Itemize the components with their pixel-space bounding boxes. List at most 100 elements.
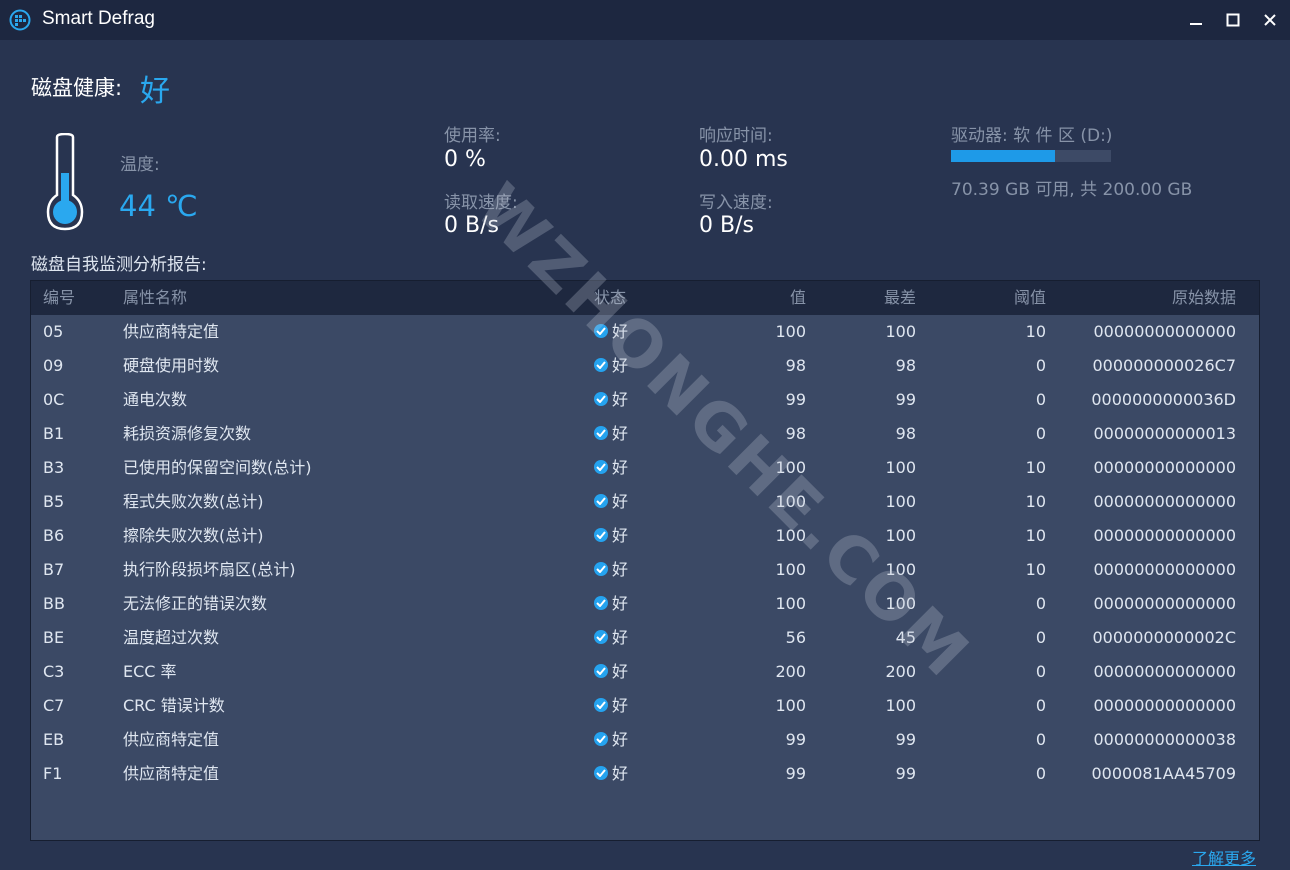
cell-worst: 100 bbox=[885, 492, 916, 511]
check-circle-icon bbox=[594, 596, 608, 610]
column-header-worst[interactable]: 最差 bbox=[884, 288, 916, 308]
cell-worst: 99 bbox=[895, 390, 916, 409]
drive-capacity-caption: 70.39 GB 可用, 共 200.00 GB bbox=[951, 180, 1193, 200]
maximize-button[interactable] bbox=[1215, 0, 1251, 40]
table-row[interactable]: EB 供应商特定值 好 99 99 0 00000000000038 bbox=[31, 723, 1259, 757]
cell-value: 100 bbox=[775, 458, 806, 477]
table-row[interactable]: B6 擦除失败次数(总计) 好 100 100 10 00000000000000 bbox=[31, 519, 1259, 553]
cell-value: 98 bbox=[785, 424, 806, 443]
cell-worst: 98 bbox=[895, 424, 916, 443]
check-circle-icon bbox=[594, 732, 608, 746]
write-speed-label: 写入速度: bbox=[699, 193, 773, 213]
smart-table[interactable]: 编号 属性名称 状态 值 最差 阈值 原始数据 05 供应商特定值好 100 100 1… bbox=[30, 280, 1260, 841]
cell-worst: 100 bbox=[885, 526, 916, 545]
cell-name: 程式失败次数(总计) bbox=[123, 492, 264, 511]
table-row[interactable]: B3 已使用的保留空间数(总计) 好 100 100 10 00000000000000 bbox=[31, 451, 1259, 485]
cell-threshold: 10 bbox=[1025, 560, 1046, 579]
cell-raw: 00000000000000 bbox=[1093, 322, 1236, 341]
cell-code: 05 bbox=[43, 322, 64, 341]
cell-raw: 00000000000000 bbox=[1093, 458, 1236, 477]
table-row[interactable]: C7 CRC 错误计数好 100 100 0 00000000000000 bbox=[31, 689, 1259, 723]
cell-raw: 00000000000000 bbox=[1093, 696, 1236, 715]
cell-raw: 00000000000038 bbox=[1093, 730, 1236, 749]
close-icon bbox=[1264, 14, 1276, 26]
cell-status: 好 bbox=[594, 662, 628, 682]
check-circle-icon bbox=[594, 392, 608, 406]
cell-raw: 00000000000000 bbox=[1093, 492, 1236, 511]
write-speed-value: 0 B/s bbox=[699, 213, 754, 238]
cell-name: 擦除失败次数(总计) bbox=[123, 526, 264, 545]
table-row[interactable]: 09 硬盘使用时数 好 98 98 0 000000000026C7 bbox=[31, 349, 1259, 383]
status-text: 好 bbox=[612, 594, 629, 613]
cell-threshold: 0 bbox=[1035, 696, 1046, 715]
column-header-status[interactable]: 状态 bbox=[594, 288, 626, 308]
column-header-value[interactable]: 值 bbox=[790, 288, 806, 308]
status-text: 好 bbox=[612, 492, 629, 511]
minimize-button[interactable] bbox=[1178, 0, 1214, 40]
column-header-raw[interactable]: 原始数据 bbox=[1172, 288, 1236, 308]
cell-status: 好 bbox=[594, 526, 628, 546]
cell-code: B1 bbox=[43, 424, 65, 443]
cell-threshold: 0 bbox=[1035, 730, 1046, 749]
status-text: 好 bbox=[612, 662, 629, 681]
table-row[interactable]: B5 程式失败次数(总计) 好 100 100 10 00000000000000 bbox=[31, 485, 1259, 519]
table-row[interactable]: B7 执行阶段损坏扇区(总计) 好 100 100 10 00000000000000 bbox=[31, 553, 1259, 587]
disk-health-value: 好 bbox=[140, 74, 170, 109]
cell-code: 0C bbox=[43, 390, 65, 409]
column-header-name[interactable]: 属性名称 bbox=[123, 288, 187, 308]
cell-value: 98 bbox=[785, 356, 806, 375]
cell-code: EB bbox=[43, 730, 65, 749]
check-circle-icon bbox=[594, 460, 608, 474]
cell-value: 100 bbox=[775, 322, 806, 341]
cell-name: 耗损资源修复次数 bbox=[123, 424, 252, 443]
cell-status: 好 bbox=[594, 390, 628, 410]
cell-value: 100 bbox=[775, 696, 806, 715]
title-bar[interactable]: Smart Defrag bbox=[0, 0, 1290, 40]
smart-defrag-logo-icon bbox=[9, 9, 31, 31]
cell-worst: 100 bbox=[885, 322, 916, 341]
cell-threshold: 0 bbox=[1035, 594, 1046, 613]
learn-more-link[interactable]: 了解更多 bbox=[1192, 845, 1256, 869]
cell-value: 56 bbox=[785, 628, 806, 647]
table-row[interactable]: BE 温度超过次数 好 56 45 0 0000000000002C bbox=[31, 621, 1259, 655]
table-row[interactable]: F1 供应商特定值 好 99 99 0 0000081AA45709 bbox=[31, 757, 1259, 791]
minimize-icon bbox=[1190, 23, 1202, 25]
cell-raw: 00000000000000 bbox=[1093, 662, 1236, 681]
cell-name: 执行阶段损坏扇区(总计) bbox=[123, 560, 296, 579]
cell-status: 好 bbox=[594, 424, 628, 444]
cell-code: BE bbox=[43, 628, 65, 647]
table-row[interactable]: 05 供应商特定值 好 100 100 10 00000000000000 bbox=[31, 315, 1259, 349]
table-row[interactable]: C3 ECC 率好 200 200 0 00000000000000 bbox=[31, 655, 1259, 689]
table-header: 编号 属性名称 状态 值 最差 阈值 原始数据 bbox=[31, 281, 1259, 315]
cell-value: 100 bbox=[775, 594, 806, 613]
table-row[interactable]: 0C 通电次数 好 99 99 0 0000000000036D bbox=[31, 383, 1259, 417]
column-header-code[interactable]: 编号 bbox=[43, 288, 75, 308]
cell-value: 99 bbox=[785, 390, 806, 409]
cell-worst: 99 bbox=[895, 730, 916, 749]
table-row[interactable]: B1 耗损资源修复次数 好 98 98 0 00000000000013 bbox=[31, 417, 1259, 451]
drive-usage-bar bbox=[951, 150, 1111, 162]
cell-raw: 00000000000000 bbox=[1093, 560, 1236, 579]
status-text: 好 bbox=[612, 458, 629, 477]
cell-code: B6 bbox=[43, 526, 65, 545]
maximize-icon bbox=[1226, 13, 1240, 27]
drive-usage-fill bbox=[951, 150, 1055, 162]
status-text: 好 bbox=[612, 322, 629, 341]
column-header-threshold[interactable]: 阈值 bbox=[1014, 288, 1046, 308]
check-circle-icon bbox=[594, 664, 608, 678]
status-text: 好 bbox=[612, 560, 629, 579]
cell-code: B5 bbox=[43, 492, 65, 511]
cell-name: 硬盘使用时数 bbox=[123, 356, 220, 375]
cell-worst: 100 bbox=[885, 594, 916, 613]
table-row[interactable]: BB 无法修正的错误次数好 100 100 0 00000000000000 bbox=[31, 587, 1259, 621]
cell-name: 已使用的保留空间数(总计) bbox=[123, 458, 312, 477]
cell-status: 好 bbox=[594, 322, 628, 342]
read-speed-label: 读取速度: bbox=[444, 193, 518, 213]
cell-name: 通电次数 bbox=[123, 390, 188, 409]
cell-worst: 200 bbox=[885, 662, 916, 681]
read-speed-value: 0 B/s bbox=[444, 213, 499, 238]
cell-code: C3 bbox=[43, 662, 65, 681]
cell-status: 好 bbox=[594, 594, 628, 614]
close-button[interactable] bbox=[1252, 0, 1288, 40]
cell-raw: 0000081AA45709 bbox=[1091, 764, 1237, 783]
